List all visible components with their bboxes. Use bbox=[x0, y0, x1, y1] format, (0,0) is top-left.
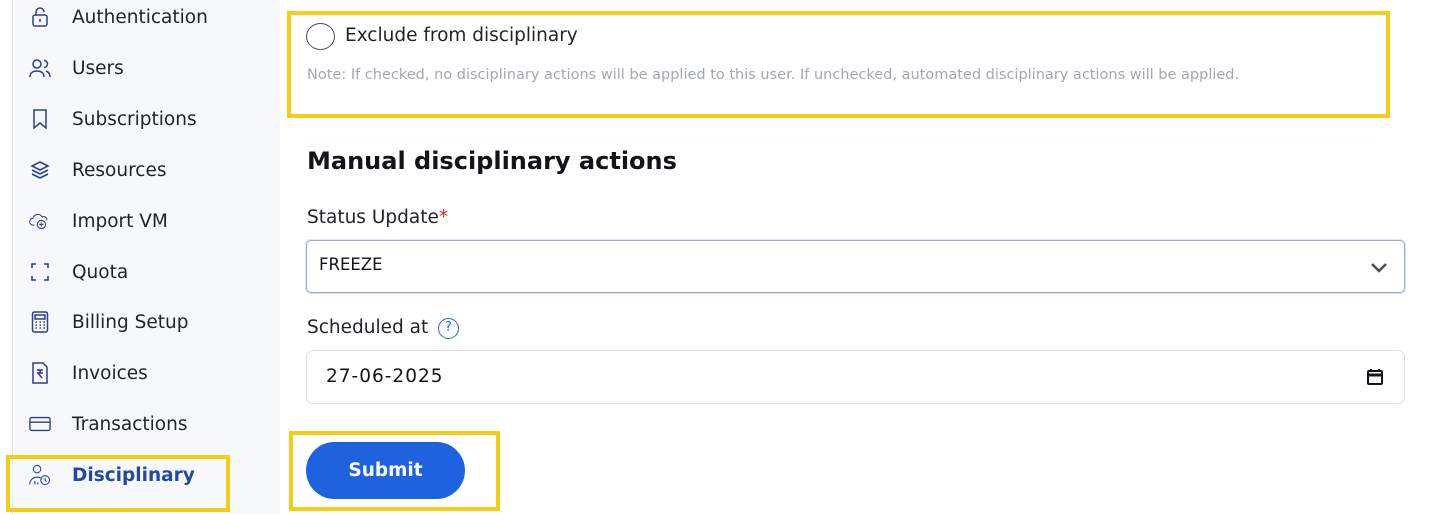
required-mark: * bbox=[438, 207, 449, 228]
sidebar-item-subscriptions[interactable]: Subscriptions bbox=[29, 99, 197, 139]
sidebar-item-billing-setup[interactable]: Billing Setup bbox=[29, 302, 188, 342]
sidebar-item-label: Import VM bbox=[72, 210, 168, 232]
sidebar-item-label: Authentication bbox=[72, 6, 208, 28]
calculator-icon bbox=[29, 311, 51, 333]
sidebar-item-transactions[interactable]: Transactions bbox=[29, 404, 187, 444]
sidebar-item-label: Invoices bbox=[72, 362, 148, 384]
exclude-disciplinary-checkbox[interactable] bbox=[306, 23, 335, 50]
sidebar-item-quota[interactable]: Quota bbox=[29, 252, 128, 292]
sidebar-item-label: Users bbox=[72, 57, 124, 79]
sidebar-item-label: Transactions bbox=[72, 413, 188, 435]
lock-icon bbox=[29, 6, 51, 28]
sidebar: Authentication Users Subscriptions Resou… bbox=[12, 0, 280, 514]
card-icon bbox=[29, 413, 51, 435]
sidebar-item-resources[interactable]: Resources bbox=[29, 150, 166, 190]
frame-icon bbox=[29, 261, 51, 283]
sidebar-item-import-vm[interactable]: Import VM bbox=[29, 201, 168, 241]
exclude-disciplinary-label: Exclude from disciplinary bbox=[345, 25, 578, 46]
help-icon[interactable]: ? bbox=[438, 318, 459, 339]
status-update-select[interactable]: FREEZE bbox=[306, 240, 1405, 293]
rupee-document-icon bbox=[29, 362, 51, 384]
scheduled-at-value: 27-06-2025 bbox=[326, 366, 444, 387]
scheduled-at-date-input[interactable]: 27-06-2025 bbox=[306, 350, 1405, 404]
status-update-value: FREEZE bbox=[319, 255, 383, 274]
scheduled-at-label: Scheduled at bbox=[307, 317, 429, 338]
section-title: Manual disciplinary actions bbox=[307, 147, 677, 175]
chevron-down-icon bbox=[1370, 258, 1388, 277]
sidebar-item-authentication[interactable]: Authentication bbox=[29, 0, 208, 37]
status-update-label: Status Update* bbox=[307, 205, 448, 231]
status-update-label-text: Status Update bbox=[307, 207, 439, 228]
sidebar-item-invoices[interactable]: Invoices bbox=[29, 353, 148, 393]
exclude-note: Note: If checked, no disciplinary action… bbox=[307, 67, 1240, 83]
users-icon bbox=[29, 57, 51, 79]
layers-icon bbox=[29, 159, 51, 181]
sidebar-item-label: Subscriptions bbox=[72, 108, 197, 130]
sidebar-item-users[interactable]: Users bbox=[29, 48, 124, 88]
sidebar-item-label: Quota bbox=[72, 261, 129, 283]
calendar-icon[interactable] bbox=[1366, 368, 1384, 390]
submit-button[interactable]: Submit bbox=[306, 442, 465, 499]
highlight-disciplinary-nav bbox=[6, 455, 230, 512]
sidebar-item-label: Billing Setup bbox=[72, 311, 189, 333]
cloud-add-icon bbox=[29, 210, 51, 232]
sidebar-item-label: Resources bbox=[72, 159, 167, 181]
bookmark-icon bbox=[29, 108, 51, 130]
